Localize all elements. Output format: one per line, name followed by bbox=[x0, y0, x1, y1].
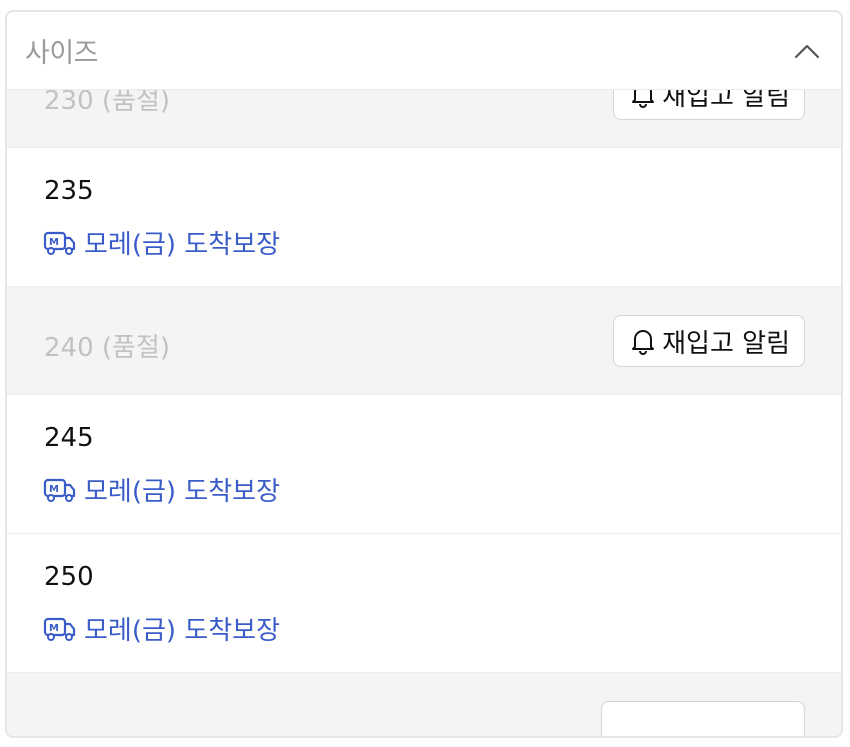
size-option-label: 245 bbox=[44, 423, 94, 453]
size-option-list[interactable]: 230 (품절) 재입고 알림 235 M 모레(금) 도착보장 240 (품절… bbox=[7, 90, 841, 736]
bell-icon bbox=[630, 327, 656, 355]
restock-alert-button[interactable]: 재입고 알림 bbox=[613, 90, 805, 120]
size-option-230: 230 (품절) 재입고 알림 bbox=[7, 90, 841, 148]
truck-icon: M bbox=[43, 477, 76, 503]
bell-icon bbox=[630, 90, 656, 108]
chevron-up-icon[interactable] bbox=[793, 37, 821, 65]
size-option-240: 240 (품절) 재입고 알림 bbox=[7, 287, 841, 395]
delivery-guarantee-label: 모레(금) 도착보장 bbox=[84, 477, 280, 507]
size-selector-panel: 사이즈 230 (품절) 재입고 알림 235 M 모레(금) 도착보장 240… bbox=[5, 10, 843, 738]
size-option-250[interactable]: 250 M 모레(금) 도착보장 bbox=[7, 534, 841, 673]
delivery-guarantee: M 모레(금) 도착보장 bbox=[43, 610, 280, 647]
svg-text:M: M bbox=[49, 623, 59, 634]
size-option-label: 235 bbox=[44, 176, 94, 206]
size-dropdown-title: 사이즈 bbox=[25, 38, 99, 69]
size-option-next-partial bbox=[7, 673, 841, 736]
restock-alert-label: 재입고 알림 bbox=[662, 90, 790, 112]
size-option-label: 240 (품절) bbox=[44, 333, 171, 363]
restock-alert-label: 재입고 알림 bbox=[662, 328, 790, 359]
svg-text:M: M bbox=[49, 484, 59, 495]
size-option-245[interactable]: 245 M 모레(금) 도착보장 bbox=[7, 395, 841, 534]
restock-alert-button-partial[interactable] bbox=[601, 701, 805, 736]
svg-text:M: M bbox=[49, 237, 59, 248]
truck-icon: M bbox=[43, 230, 76, 256]
delivery-guarantee-label: 모레(금) 도착보장 bbox=[84, 616, 280, 646]
delivery-guarantee: M 모레(금) 도착보장 bbox=[43, 471, 280, 508]
restock-alert-button[interactable]: 재입고 알림 bbox=[613, 315, 805, 367]
size-option-235[interactable]: 235 M 모레(금) 도착보장 bbox=[7, 148, 841, 287]
size-option-label: 250 bbox=[44, 562, 94, 592]
truck-icon: M bbox=[43, 616, 76, 642]
delivery-guarantee: M 모레(금) 도착보장 bbox=[43, 224, 280, 261]
size-dropdown-header[interactable]: 사이즈 bbox=[7, 12, 841, 90]
size-option-label: 230 (품절) bbox=[44, 90, 171, 116]
delivery-guarantee-label: 모레(금) 도착보장 bbox=[84, 230, 280, 260]
